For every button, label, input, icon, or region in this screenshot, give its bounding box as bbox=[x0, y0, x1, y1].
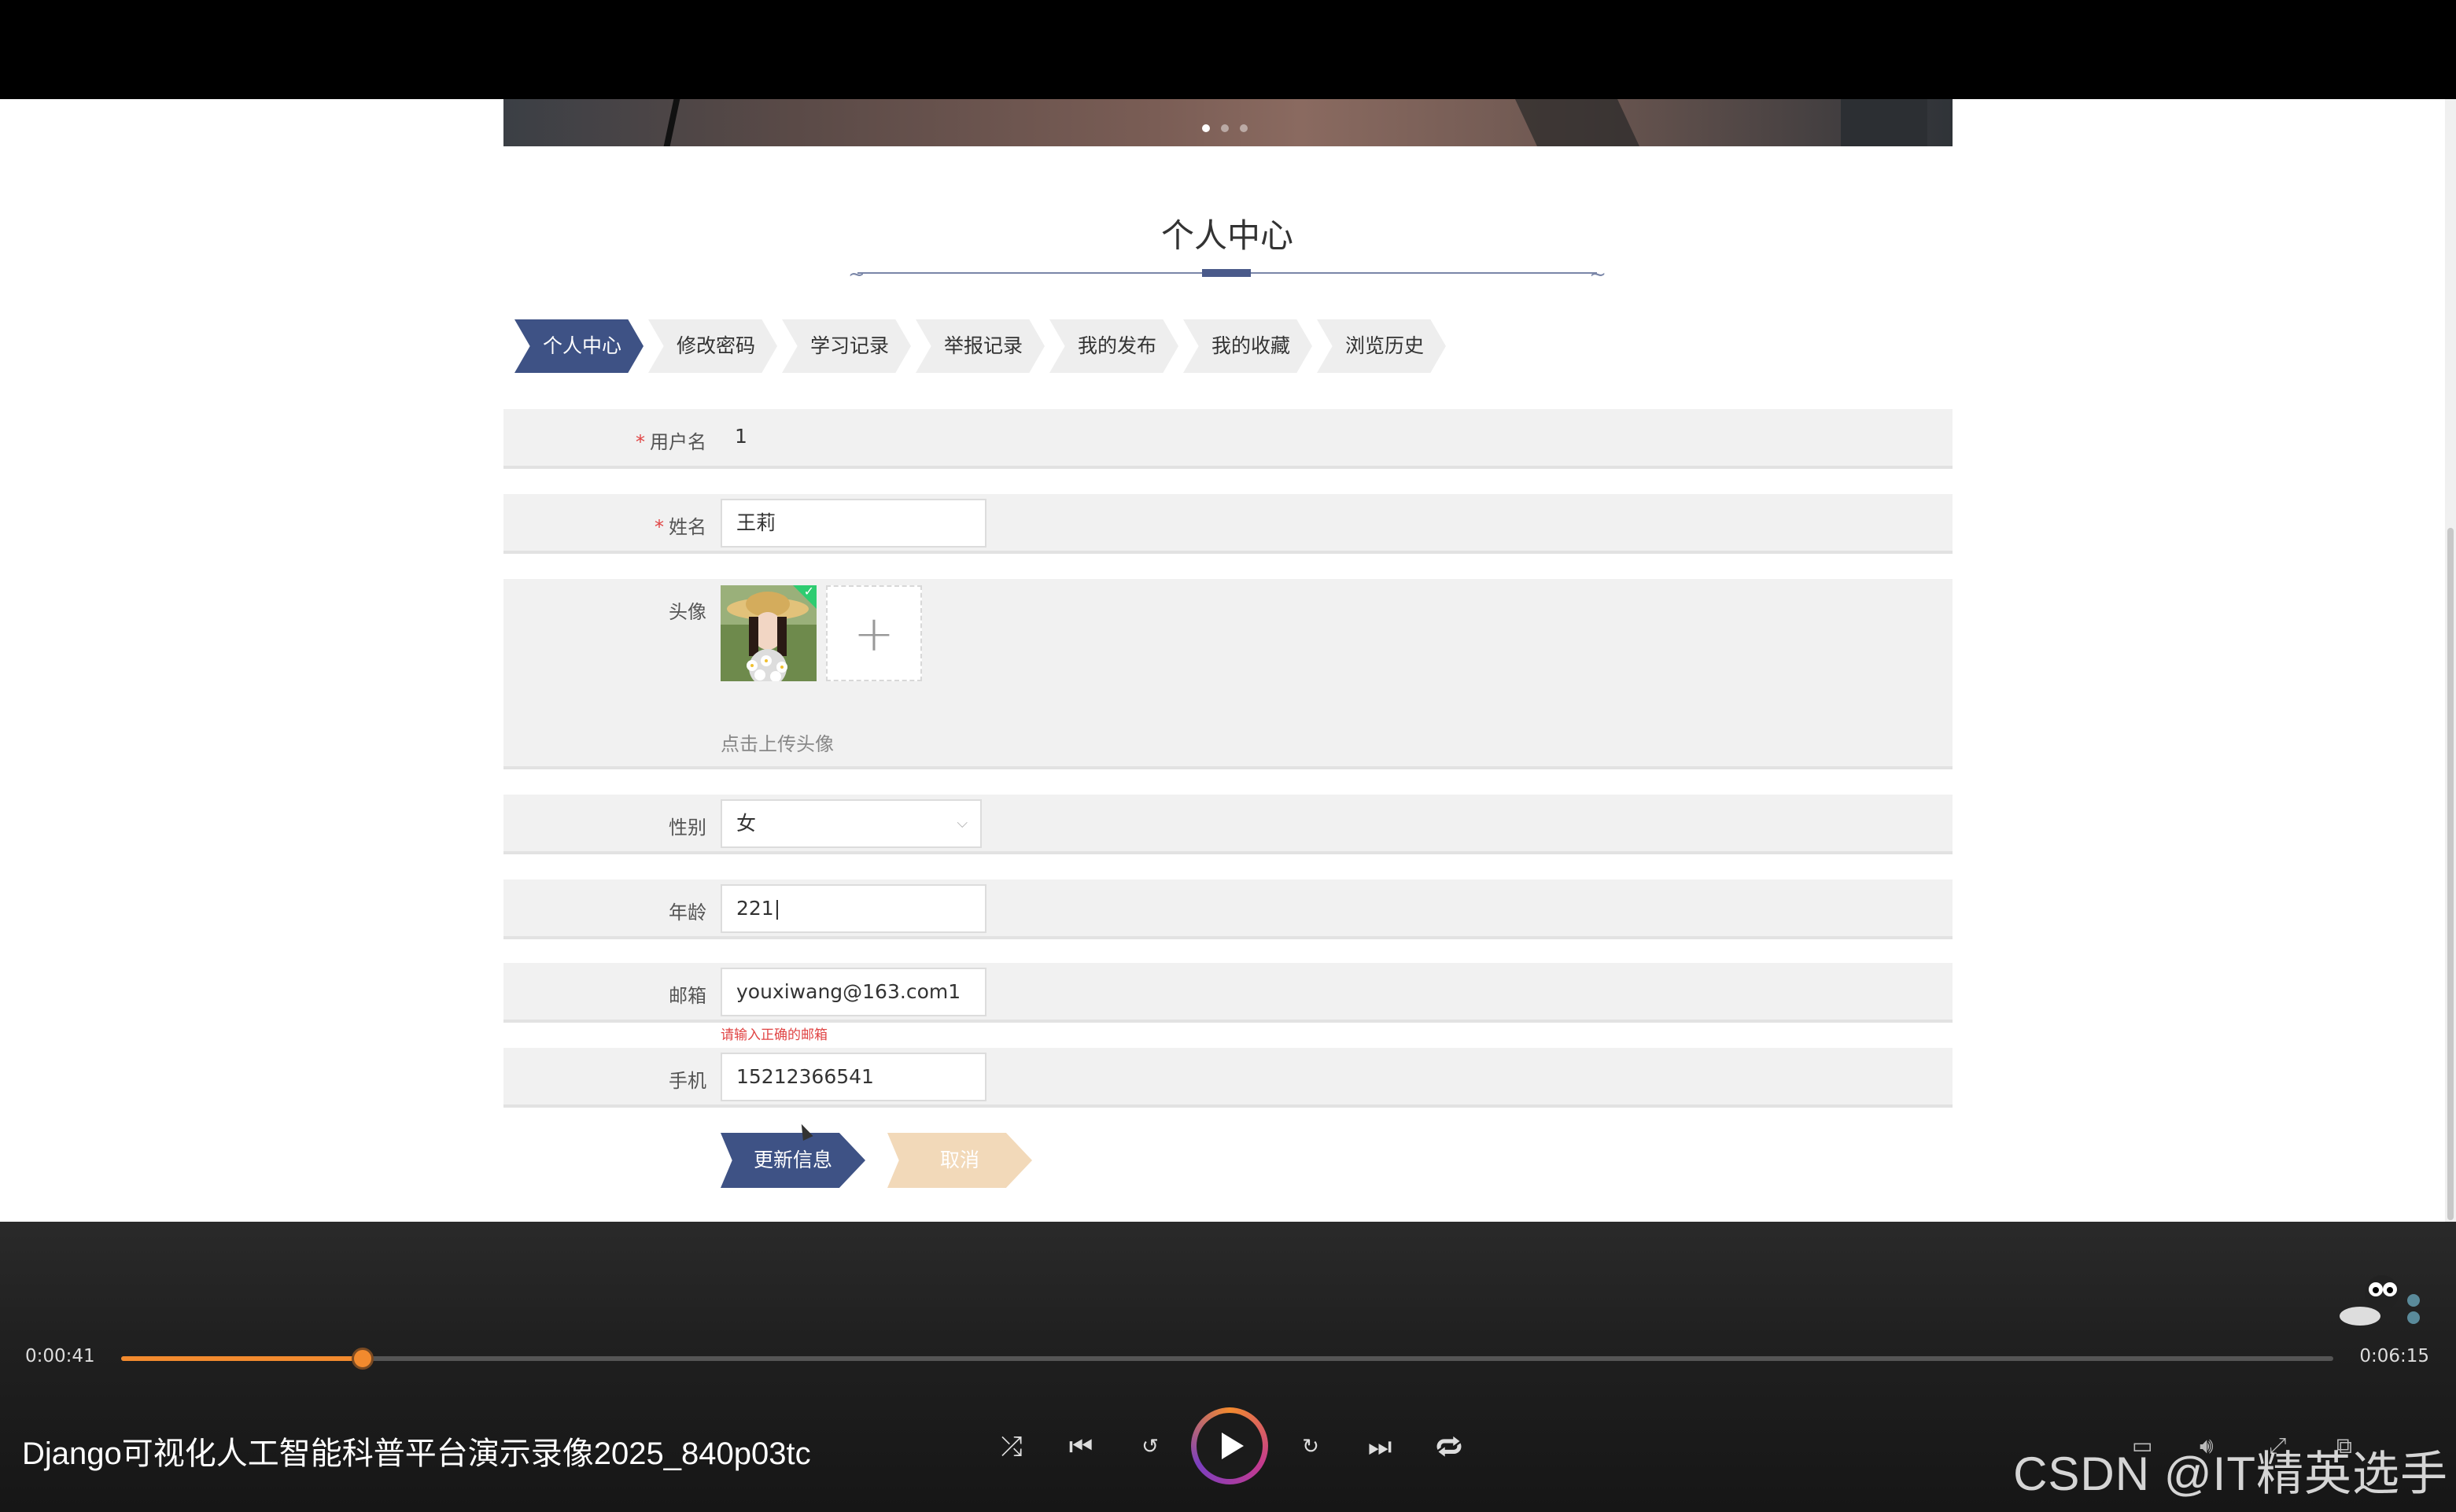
gender-select[interactable]: 女 ⌵ bbox=[721, 799, 982, 848]
form-row-username: * 用户名 1 bbox=[503, 409, 1953, 469]
scrollbar-thumb[interactable] bbox=[2447, 528, 2454, 1220]
media-title: Django可视化人工智能科普平台演示录像2025_840p03tc bbox=[22, 1436, 811, 1471]
tab-my-posts[interactable]: 我的发布 bbox=[1049, 319, 1178, 373]
username-value: 1 bbox=[735, 425, 747, 448]
gender-label: 性别 bbox=[669, 817, 706, 839]
avatar-upload-button[interactable]: + bbox=[826, 585, 922, 681]
tab-my-favorites[interactable]: 我的收藏 bbox=[1183, 319, 1312, 373]
total-time: 0:06:15 bbox=[2359, 1346, 2429, 1366]
seek-bar-progress bbox=[121, 1356, 363, 1361]
avatar-label: 头像 bbox=[669, 601, 706, 623]
avatar-upload-hint: 点击上传头像 bbox=[721, 733, 834, 755]
phone-label: 手机 bbox=[669, 1070, 706, 1092]
seek-bar-handle[interactable] bbox=[351, 1348, 374, 1370]
previous-icon[interactable]: ⏮ bbox=[1057, 1423, 1104, 1470]
email-error-message: 请输入正确的邮箱 bbox=[721, 1027, 828, 1043]
tab-profile[interactable]: 个人中心 bbox=[514, 319, 644, 373]
name-label: * 姓名 bbox=[655, 516, 706, 538]
cancel-button[interactable]: 取消 bbox=[887, 1133, 1032, 1188]
carousel-dot[interactable] bbox=[1240, 124, 1248, 132]
play-icon bbox=[1222, 1433, 1244, 1459]
email-label: 邮箱 bbox=[669, 985, 706, 1007]
update-info-button[interactable]: 更新信息 bbox=[721, 1133, 865, 1188]
carousel-dot[interactable] bbox=[1221, 124, 1229, 132]
form-row-avatar: 头像 ✓ + 点击上传头像 bbox=[503, 579, 1953, 769]
title-divider: ~ ~ bbox=[848, 263, 1606, 286]
seek-bar[interactable] bbox=[121, 1348, 2333, 1370]
plus-icon: + bbox=[854, 604, 894, 662]
banner-carousel bbox=[503, 99, 1953, 146]
avatar-image[interactable]: ✓ bbox=[721, 585, 817, 681]
age-input[interactable]: 221| bbox=[721, 884, 986, 933]
tab-report-records[interactable]: 举报记录 bbox=[916, 319, 1045, 373]
tab-browse-history[interactable]: 浏览历史 bbox=[1317, 319, 1446, 373]
form-row-gender: 性别 女 ⌵ bbox=[503, 795, 1953, 854]
tab-study-records[interactable]: 学习记录 bbox=[782, 319, 911, 373]
tab-change-password[interactable]: 修改密码 bbox=[648, 319, 777, 373]
age-label: 年龄 bbox=[669, 902, 706, 924]
top-black-bar bbox=[0, 0, 2456, 99]
phone-input[interactable]: 15212366541 bbox=[721, 1053, 986, 1101]
media-player: 0:00:41 0:06:15 Django可视化人工智能科普平台演示录像202… bbox=[0, 1222, 2456, 1512]
chevron-down-icon: ⌵ bbox=[957, 815, 968, 832]
mascot-logo-icon bbox=[2329, 1269, 2431, 1332]
form-row-phone: 手机 15212366541 bbox=[503, 1048, 1953, 1108]
form-row-name: * 姓名 王莉 bbox=[503, 494, 1953, 554]
form-row-age: 年龄 221| bbox=[503, 880, 1953, 939]
next-icon[interactable]: ⏭ bbox=[1356, 1423, 1403, 1470]
email-input[interactable]: youxiwang@163.com1 bbox=[721, 968, 986, 1016]
watermark-text: CSDN @IT精英选手 bbox=[2013, 1447, 2448, 1500]
carousel-dots[interactable] bbox=[1202, 124, 1248, 132]
username-label: * 用户名 bbox=[636, 431, 706, 453]
carousel-dot[interactable] bbox=[1202, 124, 1210, 132]
web-page: 个人中心 ~ ~ 个人中心 修改密码 学习记录 举报记录 我的发布 我的收藏 浏览… bbox=[0, 99, 2456, 1222]
page-title: 个人中心 bbox=[1160, 216, 1293, 255]
repeat-icon[interactable]: 🔁︎ bbox=[1425, 1423, 1473, 1470]
skip-back-10-icon[interactable]: ↺ bbox=[1127, 1423, 1174, 1470]
profile-tabs: 个人中心 修改密码 学习记录 举报记录 我的发布 我的收藏 浏览历史 bbox=[514, 319, 1446, 373]
play-button[interactable] bbox=[1191, 1407, 1268, 1484]
skip-forward-30-icon[interactable]: ↻ bbox=[1287, 1423, 1334, 1470]
form-row-email: 邮箱 youxiwang@163.com1 bbox=[503, 963, 1953, 1023]
name-input[interactable]: 王莉 bbox=[721, 499, 986, 548]
shuffle-icon[interactable]: ⤮ bbox=[988, 1423, 1035, 1470]
current-time: 0:00:41 bbox=[25, 1346, 95, 1366]
page-scrollbar[interactable] bbox=[2445, 99, 2456, 1222]
